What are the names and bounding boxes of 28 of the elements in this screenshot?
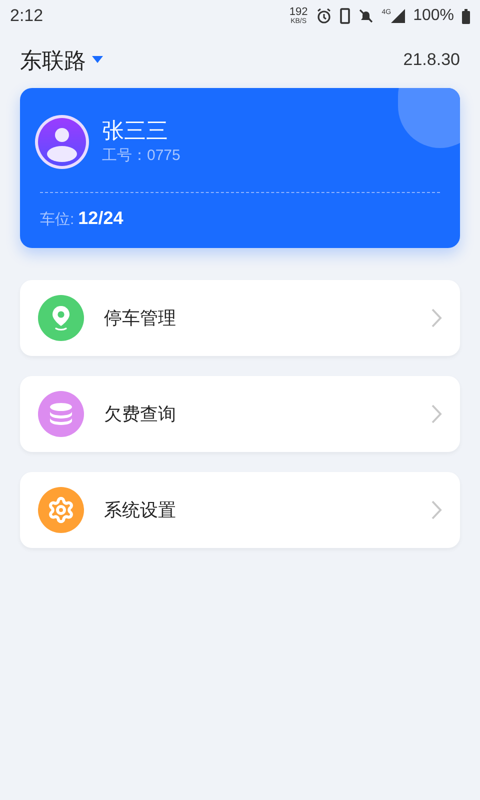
menu-label: 系统设置 <box>104 498 177 522</box>
signal-icon <box>391 9 406 23</box>
location-pin-icon <box>50 305 72 331</box>
location-dropdown[interactable]: 东联路 <box>20 44 103 76</box>
menu-item[interactable]: 欠费查询 <box>20 376 460 452</box>
employee-id: 工号：0775 <box>102 146 180 166</box>
parking-spaces-label: 车位: <box>40 210 74 230</box>
date-text: 21.8.30 <box>403 49 460 72</box>
chevron-right-icon <box>431 404 442 424</box>
coin-stack-icon <box>48 402 74 426</box>
chevron-right-icon <box>431 308 442 328</box>
bell-muted-icon <box>358 8 374 24</box>
phone-icon <box>340 8 350 24</box>
menu-label: 停车管理 <box>104 306 177 330</box>
menu-label: 欠费查询 <box>104 402 177 426</box>
menu-item[interactable]: 系统设置 <box>20 472 460 548</box>
gear-icon <box>47 496 75 524</box>
chevron-right-icon <box>431 500 442 520</box>
alarm-icon <box>316 8 332 24</box>
battery-icon <box>462 8 470 24</box>
avatar-icon <box>34 114 90 170</box>
battery-percent: 100% <box>413 6 454 26</box>
parking-spaces-value: 12/24 <box>78 207 124 230</box>
employee-name: 张三三 <box>102 117 169 144</box>
network-speed: 192 <box>289 7 308 18</box>
menu-item[interactable]: 停车管理 <box>20 280 460 356</box>
status-time: 2:12 <box>10 5 44 28</box>
caret-icon <box>92 56 103 64</box>
